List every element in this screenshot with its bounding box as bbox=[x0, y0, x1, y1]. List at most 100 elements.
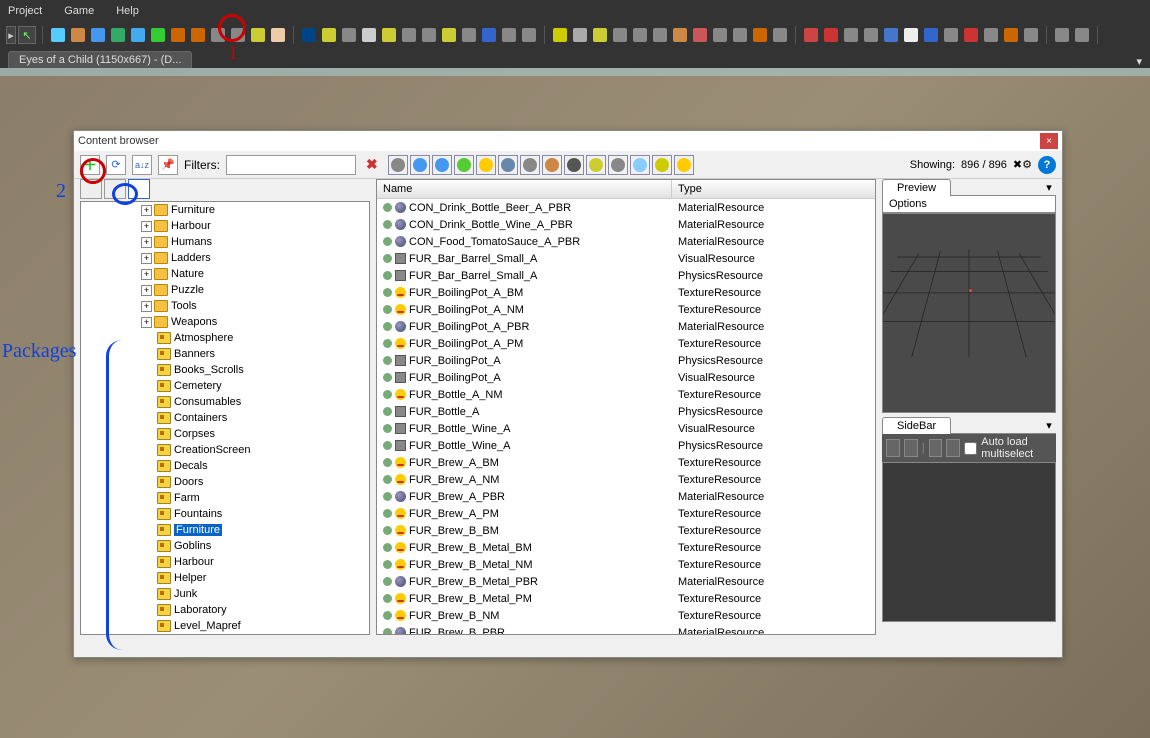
tree-package[interactable]: Harbour bbox=[81, 554, 369, 570]
expand-icon[interactable]: + bbox=[141, 269, 152, 280]
close-button[interactable]: × bbox=[1040, 133, 1058, 149]
menu-game[interactable]: Game bbox=[60, 3, 98, 19]
clear-filter-icon[interactable]: ✖ bbox=[362, 156, 382, 173]
toolbar-icon-5[interactable] bbox=[149, 26, 167, 44]
filters-input[interactable] bbox=[226, 155, 356, 175]
list-row[interactable]: FUR_BoilingPot_A_BM TextureResource bbox=[377, 284, 875, 301]
sidebar-button-4[interactable] bbox=[946, 439, 960, 457]
tree-package[interactable]: Cemetery bbox=[81, 378, 369, 394]
tree-hscroll[interactable] bbox=[80, 635, 370, 651]
tree-folder[interactable]: + Harbour bbox=[81, 218, 369, 234]
list-row[interactable]: FUR_Brew_A_PBR MaterialResource bbox=[377, 488, 875, 505]
toolbar-icon-31[interactable] bbox=[691, 26, 709, 44]
expand-icon[interactable]: + bbox=[141, 285, 152, 296]
toolbar-icon-21[interactable] bbox=[480, 26, 498, 44]
expand-icon[interactable]: + bbox=[141, 237, 152, 248]
expand-icon[interactable]: + bbox=[141, 221, 152, 232]
list-row[interactable]: FUR_Brew_A_NM TextureResource bbox=[377, 471, 875, 488]
toolbar-icon-15[interactable] bbox=[360, 26, 378, 44]
list-row[interactable]: FUR_BoilingPot_A_NM TextureResource bbox=[377, 301, 875, 318]
preview-dropdown-icon[interactable]: ▾ bbox=[1042, 179, 1056, 196]
help-icon[interactable]: ? bbox=[1038, 156, 1056, 174]
toolbar-icon-30[interactable] bbox=[671, 26, 689, 44]
toolbar-icon-16[interactable] bbox=[380, 26, 398, 44]
tree-package[interactable]: Laboratory bbox=[81, 602, 369, 618]
sidebar-tab[interactable]: SideBar bbox=[882, 417, 951, 434]
toolbar-icon-46[interactable] bbox=[1002, 26, 1020, 44]
toolbar-icon-10[interactable] bbox=[249, 26, 267, 44]
filter-icon-4[interactable] bbox=[476, 155, 496, 175]
filter-icon-7[interactable] bbox=[542, 155, 562, 175]
tree-folder[interactable]: + Ladders bbox=[81, 250, 369, 266]
tree-folder[interactable]: + Humans bbox=[81, 234, 369, 250]
list-row[interactable]: FUR_Bar_Barrel_Small_A VisualResource bbox=[377, 250, 875, 267]
toolbar-icon-14[interactable] bbox=[340, 26, 358, 44]
list-row[interactable]: FUR_Bottle_A_NM TextureResource bbox=[377, 386, 875, 403]
document-tab[interactable]: Eyes of a Child (1150x667) - (D... bbox=[8, 51, 192, 68]
menu-project[interactable]: Project bbox=[4, 3, 46, 19]
tree-folder[interactable]: + Nature bbox=[81, 266, 369, 282]
toolbar-icon-22[interactable] bbox=[500, 26, 518, 44]
toolbar-icon-39[interactable] bbox=[862, 26, 880, 44]
toolbar-icon-42[interactable] bbox=[922, 26, 940, 44]
refresh-button[interactable]: ⟳ bbox=[106, 155, 126, 175]
tree-package[interactable]: Decals bbox=[81, 458, 369, 474]
sidebar-button-2[interactable] bbox=[904, 439, 918, 457]
toolbar-icon-19[interactable] bbox=[440, 26, 458, 44]
toolbar-icon-12[interactable] bbox=[300, 26, 318, 44]
tree-package[interactable]: Containers bbox=[81, 410, 369, 426]
toolbar-icon-13[interactable] bbox=[320, 26, 338, 44]
pin-button[interactable]: 📌 bbox=[158, 155, 178, 175]
list-row[interactable]: FUR_BoilingPot_A_PBR MaterialResource bbox=[377, 318, 875, 335]
list-row[interactable]: FUR_Brew_B_Metal_PBR MaterialResource bbox=[377, 573, 875, 590]
list-row[interactable]: FUR_Bottle_Wine_A VisualResource bbox=[377, 420, 875, 437]
tree-package[interactable]: Fountains bbox=[81, 506, 369, 522]
toolbar-icon-7[interactable] bbox=[189, 26, 207, 44]
toolbar-icon-20[interactable] bbox=[460, 26, 478, 44]
tree-package[interactable]: Consumables bbox=[81, 394, 369, 410]
filter-icon-10[interactable] bbox=[608, 155, 628, 175]
filter-icon-3[interactable] bbox=[454, 155, 474, 175]
wrench-icon[interactable]: ✖⚙ bbox=[1013, 158, 1032, 171]
toolbar-icon-41[interactable] bbox=[902, 26, 920, 44]
create-package-button[interactable]: ＋ bbox=[80, 155, 100, 175]
sort-button[interactable]: a↓z bbox=[132, 155, 152, 175]
toolbar-icon-45[interactable] bbox=[982, 26, 1000, 44]
tree-package[interactable]: Helper bbox=[81, 570, 369, 586]
list-row[interactable]: FUR_Brew_B_NM TextureResource bbox=[377, 607, 875, 624]
toolbar-icon-28[interactable] bbox=[631, 26, 649, 44]
list-row[interactable]: CON_Food_TomatoSauce_A_PBR MaterialResou… bbox=[377, 233, 875, 250]
toolbar-icon-38[interactable] bbox=[842, 26, 860, 44]
toolbar-icon-26[interactable] bbox=[591, 26, 609, 44]
toolbar-icon-27[interactable] bbox=[611, 26, 629, 44]
toolbar-icon-1[interactable] bbox=[69, 26, 87, 44]
tree-package[interactable]: Furniture bbox=[81, 522, 369, 538]
toolbar-icon-44[interactable] bbox=[962, 26, 980, 44]
toolbar-icon-24[interactable] bbox=[551, 26, 569, 44]
list-row[interactable]: FUR_BoilingPot_A VisualResource bbox=[377, 369, 875, 386]
toolbar-icon-17[interactable] bbox=[400, 26, 418, 44]
toolbar-icon-40[interactable] bbox=[882, 26, 900, 44]
list-row[interactable]: CON_Drink_Bottle_Beer_A_PBR MaterialReso… bbox=[377, 199, 875, 216]
expand-icon[interactable]: + bbox=[141, 317, 152, 328]
tree-package[interactable]: Banners bbox=[81, 346, 369, 362]
tree-package[interactable]: Goblins bbox=[81, 538, 369, 554]
filter-icon-13[interactable] bbox=[674, 155, 694, 175]
toolbar-icon-36[interactable] bbox=[802, 26, 820, 44]
list-row[interactable]: FUR_Bottle_Wine_A PhysicsResource bbox=[377, 437, 875, 454]
dropdown-icon[interactable]: ▸ bbox=[6, 26, 16, 44]
column-header-name[interactable]: Name bbox=[377, 180, 672, 198]
tree-package[interactable]: Farm bbox=[81, 490, 369, 506]
preview-viewport[interactable] bbox=[882, 213, 1056, 413]
tree-button-3[interactable] bbox=[128, 179, 150, 199]
tree-folder[interactable]: + Puzzle bbox=[81, 282, 369, 298]
toolbar-icon-25[interactable] bbox=[571, 26, 589, 44]
sidebar-button-3[interactable] bbox=[929, 439, 943, 457]
column-header-type[interactable]: Type bbox=[672, 180, 875, 198]
filter-icon-1[interactable] bbox=[410, 155, 430, 175]
filter-icon-8[interactable] bbox=[564, 155, 584, 175]
tree-package[interactable]: Atmosphere bbox=[81, 330, 369, 346]
tree-package[interactable]: Level_Mapref bbox=[81, 618, 369, 634]
toolbar-icon-11[interactable] bbox=[269, 26, 287, 44]
tree-package[interactable]: Junk bbox=[81, 586, 369, 602]
